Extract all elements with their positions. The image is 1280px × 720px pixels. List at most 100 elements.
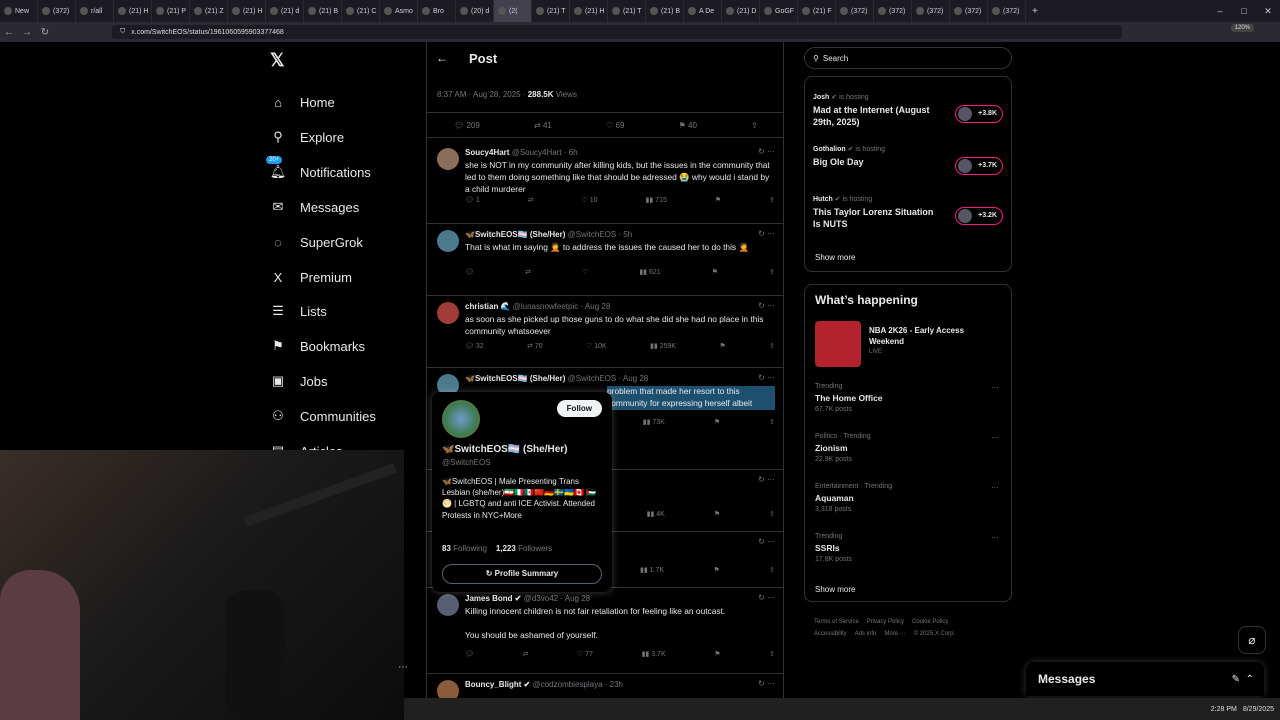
reply-author-name[interactable]: Bouncy_Blight ✔ — [465, 680, 530, 689]
reply-handle[interactable]: @codzombiesplaya · 23h — [530, 680, 623, 689]
repost-button[interactable]: ⇄ — [525, 268, 531, 276]
like-button[interactable]: ♡ 10K — [586, 342, 607, 350]
browser-tab[interactable]: (21) H — [228, 0, 266, 22]
like-button[interactable]: ♡ 10 — [582, 196, 598, 204]
live-space-item[interactable]: Josh ✔ is hosting Mad at the Internet (Au… — [813, 93, 1003, 128]
reply-menu-icon[interactable]: ↻ ⋯ — [758, 147, 775, 156]
browser-tab[interactable]: (21) T — [532, 0, 570, 22]
avatar[interactable] — [442, 400, 480, 438]
reply-author-name[interactable]: James Bond ✔ — [465, 594, 522, 603]
repost-button[interactable]: ⇄ — [522, 650, 528, 658]
share-icon[interactable]: ⇪ — [769, 650, 775, 658]
nav-item-lists[interactable]: ☰ Lists — [270, 303, 327, 319]
reply-button[interactable]: 💬︎ 32 — [465, 342, 484, 350]
bookmark-button[interactable]: ⚑ 40 — [679, 121, 697, 130]
reply-menu-icon[interactable]: ↻ ⋯ — [758, 229, 775, 238]
profile-handle[interactable]: @SwitchEOS — [442, 458, 491, 467]
browser-tab[interactable]: New — [0, 0, 38, 22]
footer-link[interactable]: Accessibility — [814, 631, 847, 637]
reply-handle[interactable]: @d3vo42 · Aug 28 — [522, 594, 590, 603]
reply-menu-icon[interactable]: ↻ ⋯ — [758, 475, 775, 484]
trend-item[interactable]: Politics · Trending Zionism 22.9K posts ⋯ — [815, 433, 1005, 463]
browser-tab[interactable]: (372) — [912, 0, 950, 22]
reply-author-name[interactable]: Soucy4Hart — [465, 148, 509, 157]
browser-tab[interactable]: (21) d — [266, 0, 304, 22]
search-input[interactable]: ⚲ Search — [804, 47, 1012, 69]
footer-link[interactable]: Terms of Service — [814, 619, 859, 625]
reply-button[interactable]: 💬︎ 1 — [465, 196, 480, 204]
browser-tab[interactable]: GoGF — [760, 0, 798, 22]
browser-tab[interactable]: (21) H — [570, 0, 608, 22]
avatar[interactable] — [437, 230, 459, 252]
messages-drawer[interactable]: Messages ✎ ⌃ — [1026, 662, 1264, 696]
back-icon[interactable]: ← — [0, 27, 18, 38]
chevron-up-icon[interactable]: ⌃ — [1246, 674, 1254, 685]
browser-tab[interactable]: (21) Z — [190, 0, 228, 22]
reply-menu-icon[interactable]: ↻ ⋯ — [758, 537, 775, 546]
nav-item-messages[interactable]: ✉ Messages — [270, 199, 360, 215]
more-icon[interactable]: ⋯ — [398, 662, 408, 673]
views-button[interactable]: ▮▮ 715 — [646, 196, 667, 204]
zoom-level[interactable]: 120% — [1230, 24, 1254, 32]
show-more-link[interactable]: Show more — [815, 253, 855, 262]
reply-card[interactable]: James Bond ✔ @d3vo42 · Aug 28 ↻ ⋯ Killing … — [427, 588, 783, 674]
browser-tab[interactable]: (372) — [874, 0, 912, 22]
grok-icon[interactable]: ⌀ — [1238, 626, 1266, 654]
show-more-link[interactable]: Show more — [815, 585, 855, 594]
browser-tab[interactable]: (372) — [836, 0, 874, 22]
like-button[interactable]: ♡ 69 — [606, 121, 624, 130]
reply-menu-icon[interactable]: ↻ ⋯ — [758, 679, 775, 688]
browser-tab[interactable]: (21) B — [646, 0, 684, 22]
like-button[interactable]: ♡ — [582, 268, 588, 276]
nav-item-explore[interactable]: ⚲ Explore — [270, 129, 344, 145]
reply-card[interactable]: 🦋SwitchEOS🏳️‍⚧️ (She/Her) @SwitchEOS · 5… — [427, 224, 783, 296]
reply-handle[interactable]: @Soucy4Hart · 6h — [509, 148, 578, 157]
share-icon[interactable]: ⇪ — [769, 510, 775, 518]
browser-tab[interactable]: (21) P — [152, 0, 190, 22]
nav-item-jobs[interactable]: ▣ Jobs — [270, 373, 328, 389]
more-icon[interactable]: ⋯ — [991, 483, 999, 492]
browser-tab[interactable]: r/all — [76, 0, 114, 22]
footer-link[interactable]: Privacy Policy — [867, 619, 904, 625]
browser-tab[interactable]: Asmo — [380, 0, 418, 22]
views-button[interactable]: ▮▮ 621 — [639, 268, 660, 276]
listener-count[interactable]: +3.2K — [955, 207, 1003, 225]
browser-tab[interactable]: (2( — [494, 0, 532, 22]
x-logo-icon[interactable]: 𝕏 — [270, 50, 285, 71]
footer-link[interactable]: Cookie Policy — [912, 619, 948, 625]
share-icon[interactable]: ⇪ — [769, 418, 775, 426]
profile-summary-button[interactable]: ↻ Profile Summary — [442, 564, 602, 584]
promo-thumbnail[interactable] — [815, 321, 861, 367]
compose-icon[interactable]: ✎ — [1232, 674, 1240, 685]
nav-item-communities[interactable]: ⚇ Communities — [270, 408, 376, 424]
browser-tab[interactable]: (372) — [38, 0, 76, 22]
browser-tab[interactable]: Bro — [418, 0, 456, 22]
browser-tab[interactable]: (372) — [988, 0, 1026, 22]
browser-tab[interactable]: (372) — [950, 0, 988, 22]
views-button[interactable]: ▮▮ 3.7K — [642, 650, 666, 658]
nav-item-supergrok[interactable]: ◌ SuperGrok — [270, 234, 363, 250]
listener-count[interactable]: +3.7K — [955, 157, 1003, 175]
repost-button[interactable]: ⇄ 41 — [534, 121, 552, 130]
browser-tab[interactable]: A De — [684, 0, 722, 22]
reply-button[interactable]: 💬︎ 209 — [454, 121, 480, 130]
nav-item-home[interactable]: ⌂ Home — [270, 94, 335, 110]
reply-handle[interactable]: @lunasnowfeetpic · Aug 28 — [511, 302, 611, 311]
new-tab-icon[interactable]: + — [1026, 6, 1044, 17]
url-bar[interactable]: ⛉ x.com/SwitchEOS/status/196106059590337… — [112, 25, 1122, 39]
bookmark-icon[interactable]: ⚑ — [714, 418, 720, 426]
nav-item-premium[interactable]: X Premium — [270, 269, 352, 285]
views-button[interactable]: ▮▮ 73K — [643, 418, 665, 426]
follow-button[interactable]: Follow — [556, 400, 602, 417]
maximize-icon[interactable]: □ — [1232, 6, 1256, 16]
following-label[interactable]: Following — [451, 544, 487, 553]
reply-author-name[interactable]: 🦋SwitchEOS🏳️‍⚧️ (She/Her) — [465, 374, 565, 383]
browser-tab[interactable]: (21) C — [342, 0, 380, 22]
bookmark-icon[interactable]: ⚑ — [714, 650, 720, 658]
reload-icon[interactable]: ↻ — [36, 27, 54, 38]
bookmark-icon[interactable]: ⚑ — [719, 342, 725, 350]
repost-button[interactable]: ⇄ 70 — [527, 342, 543, 350]
like-button[interactable]: ♡ 77 — [577, 650, 593, 658]
bookmark-icon[interactable]: ⚑ — [713, 566, 719, 574]
avatar[interactable] — [437, 594, 459, 616]
